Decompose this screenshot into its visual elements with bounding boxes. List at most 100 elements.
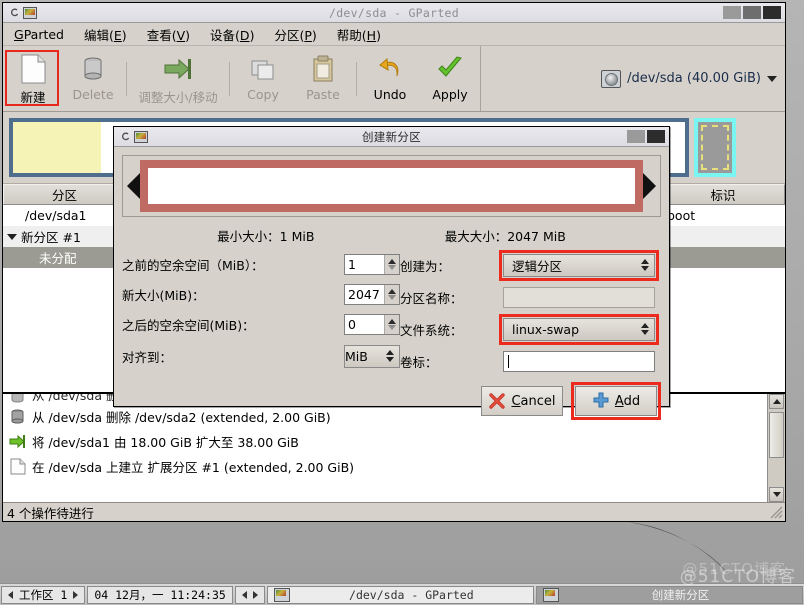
align-to-row: 对齐到： MiB xyxy=(122,343,400,369)
dialog-titlebar-button-group xyxy=(627,130,667,143)
copy-icon xyxy=(250,53,276,85)
stepper-down-icon[interactable] xyxy=(388,324,396,330)
paste-button[interactable]: Paste xyxy=(293,48,353,110)
free-space-after-label: 之后的空余空间(MiB)： xyxy=(122,317,255,333)
list-item[interactable]: 将 /dev/sda1 由 18.00 GiB 扩大至 38.00 GiB xyxy=(3,429,785,454)
stepper-up-icon[interactable] xyxy=(388,318,396,324)
delete-icon xyxy=(9,408,26,425)
gparted-app-icon xyxy=(542,587,559,602)
expander-triangle-icon[interactable] xyxy=(7,233,17,240)
menu-help[interactable]: 帮助(H) xyxy=(334,23,384,46)
minimize-button[interactable] xyxy=(723,6,741,19)
free-space-before-label: 之前的空余空间（MiB）： xyxy=(122,257,264,273)
free-space-before-input[interactable] xyxy=(345,254,384,274)
close-button[interactable] xyxy=(763,6,781,19)
new-size-input[interactable] xyxy=(345,284,384,304)
undo-button[interactable]: Undo xyxy=(360,48,420,110)
statusbar: 4 个操作待进行 xyxy=(3,502,785,521)
resize-grip-icon[interactable] xyxy=(769,505,783,519)
window-nav-applet[interactable] xyxy=(234,585,265,604)
create-as-select[interactable]: 逻辑分区 xyxy=(503,253,655,277)
menu-view[interactable]: 查看(V) xyxy=(144,23,193,46)
volume-label-input[interactable] xyxy=(503,350,655,372)
partition-size-bar[interactable] xyxy=(140,160,643,212)
scroll-down-button[interactable] xyxy=(769,487,784,502)
gparted-app-icon xyxy=(273,587,290,602)
maximize-button[interactable] xyxy=(743,6,761,19)
create-as-value: 逻辑分区 xyxy=(512,258,563,274)
apply-button[interactable]: Apply xyxy=(420,48,480,110)
stepper-up-icon[interactable] xyxy=(388,258,396,264)
dialog-minimize-button[interactable] xyxy=(627,130,645,143)
stepper-up-icon[interactable] xyxy=(388,288,396,294)
stepper-arrows[interactable] xyxy=(384,314,399,334)
filesystem-select[interactable]: linux-swap xyxy=(503,317,655,341)
new-partition-button[interactable]: 新建 xyxy=(3,48,63,110)
stepper-arrows[interactable] xyxy=(384,284,399,304)
select-arrows-icon[interactable] xyxy=(386,350,394,362)
chevron-down-icon[interactable] xyxy=(767,75,777,82)
taskbar-window-gparted[interactable]: /dev/sda - GParted xyxy=(266,585,534,604)
create-as-label: 创建为： xyxy=(400,258,451,274)
select-arrows-icon[interactable] xyxy=(641,323,649,335)
create-new-partition-dialog: 创建新分区 最小大小：1 MiB 最大大小：2047 MiB 之前的空余空间（M… xyxy=(113,126,670,420)
create-as-row: 创建为： 逻辑分区 xyxy=(400,249,659,281)
dialog-button-row: Cancel Add xyxy=(122,382,661,420)
window-prev-icon[interactable] xyxy=(241,590,247,599)
resize-left-arrow-icon[interactable] xyxy=(127,173,140,199)
menubar: GParted 编辑(E) 查看(V) 设备(D) 分区(P) 帮助(H) xyxy=(3,23,785,46)
menu-partition[interactable]: 分区(P) xyxy=(271,23,319,46)
scrollbar-thumb[interactable] xyxy=(769,412,784,458)
free-space-after-stepper[interactable] xyxy=(344,313,400,335)
statusbar-text: 4 个操作待进行 xyxy=(7,505,94,521)
minimum-size-label: 最小大小：1 MiB xyxy=(217,229,315,244)
select-arrows-icon[interactable] xyxy=(641,259,649,271)
copy-button-label: Copy xyxy=(247,86,279,102)
volume-label-label: 卷标： xyxy=(400,354,438,370)
resize-move-button[interactable]: 调整大小/移动 xyxy=(130,48,226,110)
menu-gparted[interactable]: GParted xyxy=(11,25,67,44)
cancel-button[interactable]: Cancel xyxy=(481,386,563,416)
list-item[interactable]: 在 /dev/sda 上建立 扩展分区 #1 (extended, 2.00 G… xyxy=(3,454,785,479)
free-space-before-stepper[interactable] xyxy=(344,253,400,275)
resize-right-arrow-icon[interactable] xyxy=(643,173,656,199)
new-size-stepper[interactable] xyxy=(344,283,400,305)
workspace-switcher[interactable]: 工作区 1 xyxy=(1,585,86,604)
column-header-flags[interactable]: 标识 xyxy=(661,184,785,204)
align-to-label: 对齐到： xyxy=(122,349,173,365)
align-to-select[interactable]: MiB xyxy=(344,344,400,368)
titlebar-button-group xyxy=(723,6,783,19)
operations-scrollbar[interactable] xyxy=(767,394,785,502)
window-next-icon[interactable] xyxy=(252,590,258,599)
workspace-prev-icon[interactable] xyxy=(8,590,13,599)
add-button-highlight: Add xyxy=(571,382,661,420)
clock-applet[interactable]: 04 12月，一 11:24:35 xyxy=(87,585,233,604)
dialog-close-button[interactable] xyxy=(647,130,665,143)
create-as-highlight: 逻辑分区 xyxy=(499,249,659,281)
partition-size-resize-widget[interactable] xyxy=(122,155,661,217)
partition-graphic-unallocated[interactable] xyxy=(694,118,736,177)
taskbar-window-dialog[interactable]: 创建新分区 xyxy=(535,585,804,604)
menu-device[interactable]: 设备(D) xyxy=(207,23,257,46)
copy-button[interactable]: Copy xyxy=(233,48,293,110)
main-titlebar[interactable]: /dev/sda - GParted xyxy=(3,3,785,23)
dialog-title: 创建新分区 xyxy=(362,129,421,144)
apply-check-icon xyxy=(436,53,464,85)
stepper-down-icon[interactable] xyxy=(388,264,396,270)
filesystem-label: 文件系统： xyxy=(400,322,463,338)
column-header-partition[interactable]: 分区 xyxy=(3,184,126,204)
add-button[interactable]: Add xyxy=(575,386,657,416)
free-space-after-input[interactable] xyxy=(345,314,384,334)
stepper-down-icon[interactable] xyxy=(388,294,396,300)
menu-edit[interactable]: 编辑(E) xyxy=(81,23,130,46)
dialog-titlebar[interactable]: 创建新分区 xyxy=(114,127,669,147)
partition-name-input[interactable] xyxy=(503,286,655,308)
scroll-up-button[interactable] xyxy=(769,394,784,409)
stepper-arrows[interactable] xyxy=(384,254,399,274)
plus-icon xyxy=(593,392,609,408)
workspace-next-icon[interactable] xyxy=(73,590,79,599)
resize-icon xyxy=(9,433,26,450)
partition-name-row: 分区名称： xyxy=(400,285,655,309)
device-selector[interactable]: /dev/sda (40.00 GiB) xyxy=(481,46,785,111)
delete-button[interactable]: Delete xyxy=(63,48,123,110)
